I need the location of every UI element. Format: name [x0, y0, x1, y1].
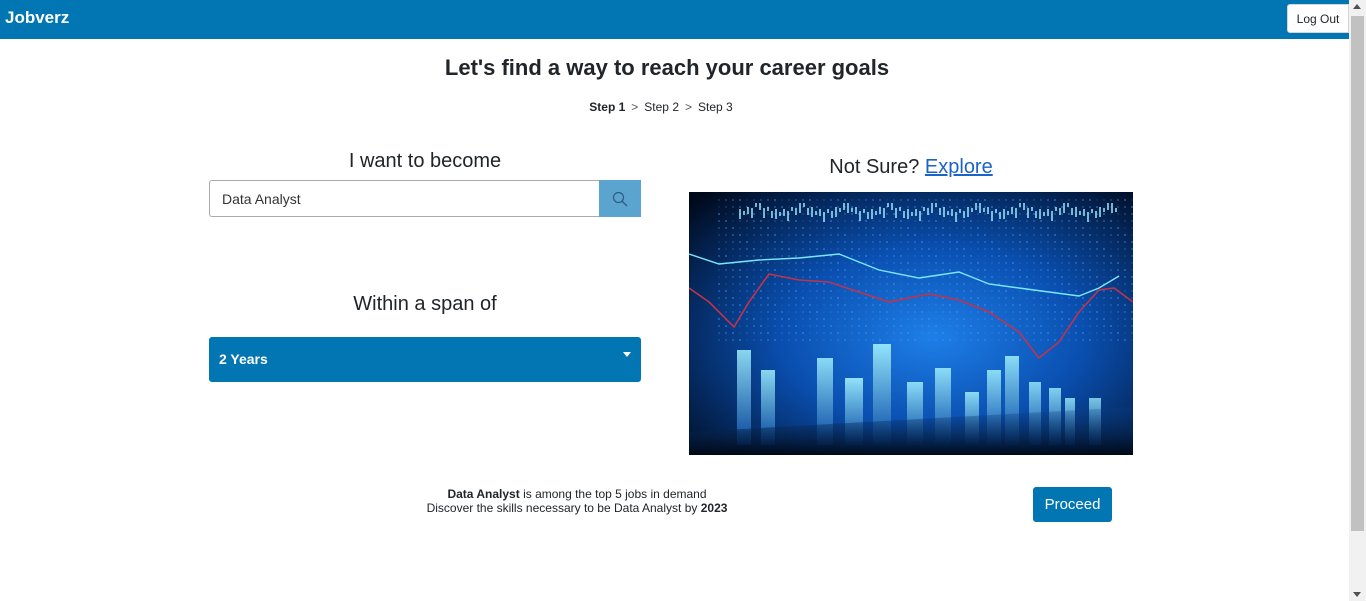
step-2: Step 2	[644, 100, 679, 114]
search-icon	[612, 191, 628, 206]
role-search-input[interactable]	[209, 180, 600, 217]
info-discover-text: Discover the skills necessary to be Data…	[426, 501, 698, 515]
info-line-1: Data Analyst is among the top 5 jobs in …	[380, 487, 774, 501]
role-search-button[interactable]	[599, 180, 641, 217]
page-title: Let's find a way to reach your career go…	[444, 55, 890, 80]
info-year: 2023	[700, 501, 728, 515]
scroll-thumb[interactable]	[1351, 16, 1364, 531]
brand-logo[interactable]: Jobverz	[5, 8, 69, 28]
scroll-down-arrow-icon[interactable]	[1353, 592, 1361, 597]
top-navbar: Jobverz	[0, 0, 1349, 39]
scroll-up-arrow-icon[interactable]	[1353, 4, 1361, 9]
info-demand-text: is among the top 5 jobs in demand	[523, 487, 707, 501]
logout-button[interactable]: Log Out	[1287, 4, 1349, 33]
step-separator: >	[685, 100, 693, 114]
span-select[interactable]: 2 Years	[209, 337, 641, 382]
become-heading: I want to become	[348, 150, 502, 172]
explore-prompt: Not Sure? Explore	[689, 156, 1133, 179]
step-1: Step 1	[589, 100, 626, 114]
proceed-button[interactable]: Proceed	[1033, 487, 1112, 522]
not-sure-text: Not Sure?	[829, 156, 920, 178]
explore-link[interactable]: Explore	[925, 156, 993, 178]
span-heading: Within a span of	[353, 293, 497, 315]
chevron-down-icon	[623, 352, 631, 357]
step-3: Step 3	[698, 100, 733, 114]
info-line-2: Discover the skills necessary to be Data…	[380, 501, 774, 515]
span-selected-value: 2 Years	[219, 351, 268, 367]
step-breadcrumb: Step 1 > Step 2 > Step 3	[0, 100, 1322, 114]
finance-chart-image	[689, 192, 1133, 455]
vertical-scrollbar[interactable]	[1349, 0, 1366, 601]
info-role: Data Analyst	[447, 487, 520, 501]
demand-info: Data Analyst is among the top 5 jobs in …	[380, 487, 774, 515]
step-separator: >	[631, 100, 639, 114]
